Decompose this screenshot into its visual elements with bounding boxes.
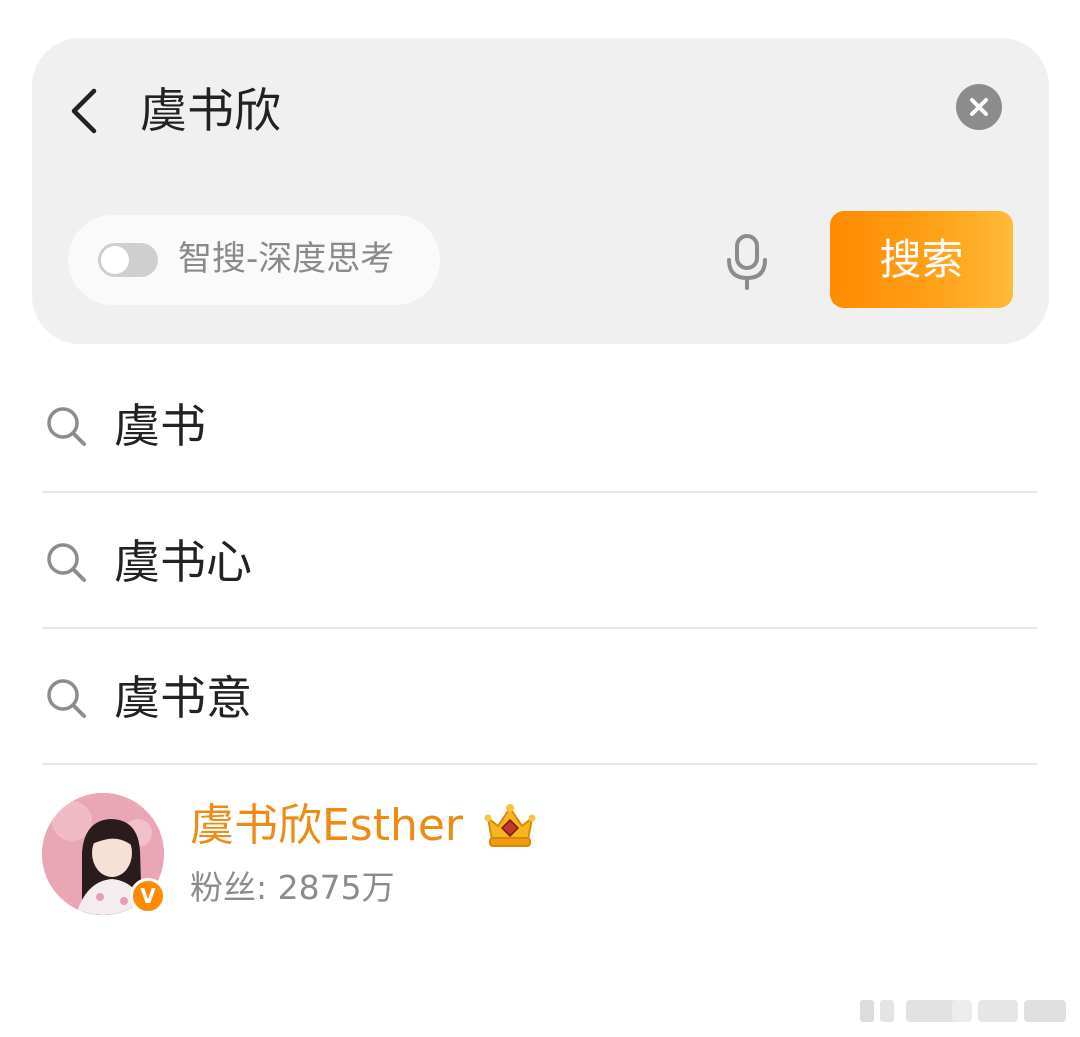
search-icon	[47, 407, 86, 446]
divider	[42, 491, 1037, 493]
suggestion-label: 虞书心	[114, 535, 252, 589]
search-button[interactable]: 搜索	[830, 211, 1013, 308]
search-input[interactable]: 虞书欣	[140, 82, 281, 142]
suggestion-label: 虞书意	[114, 671, 252, 725]
close-icon	[970, 98, 988, 116]
crown-icon	[484, 804, 536, 847]
search-icon	[47, 543, 86, 582]
search-icon	[47, 679, 86, 718]
toggle-knob	[101, 246, 129, 274]
clear-search-button[interactable]	[956, 84, 1002, 130]
user-name[interactable]: 虞书欣Esther	[190, 794, 463, 858]
fans-count: 粉丝: 2875万	[190, 868, 395, 907]
divider	[42, 627, 1037, 629]
microphone-icon[interactable]	[722, 232, 772, 292]
toggle-switch[interactable]	[98, 243, 158, 277]
suggestion-item[interactable]: 虞书	[42, 358, 1037, 494]
verified-badge-icon: V	[130, 878, 166, 914]
chevron-left-icon[interactable]	[66, 86, 106, 136]
watermark-logo	[860, 1000, 1066, 1022]
user-result[interactable]: V 虞书欣Esther 粉丝: 2875万	[42, 790, 1037, 920]
divider	[42, 763, 1037, 765]
suggestion-item[interactable]: 虞书心	[42, 494, 1037, 630]
suggestion-item[interactable]: 虞书意	[42, 630, 1037, 766]
deep-think-toggle[interactable]: 智搜-深度思考	[68, 215, 440, 305]
deep-think-label: 智搜-深度思考	[178, 239, 395, 279]
suggestion-label: 虞书	[114, 399, 206, 453]
